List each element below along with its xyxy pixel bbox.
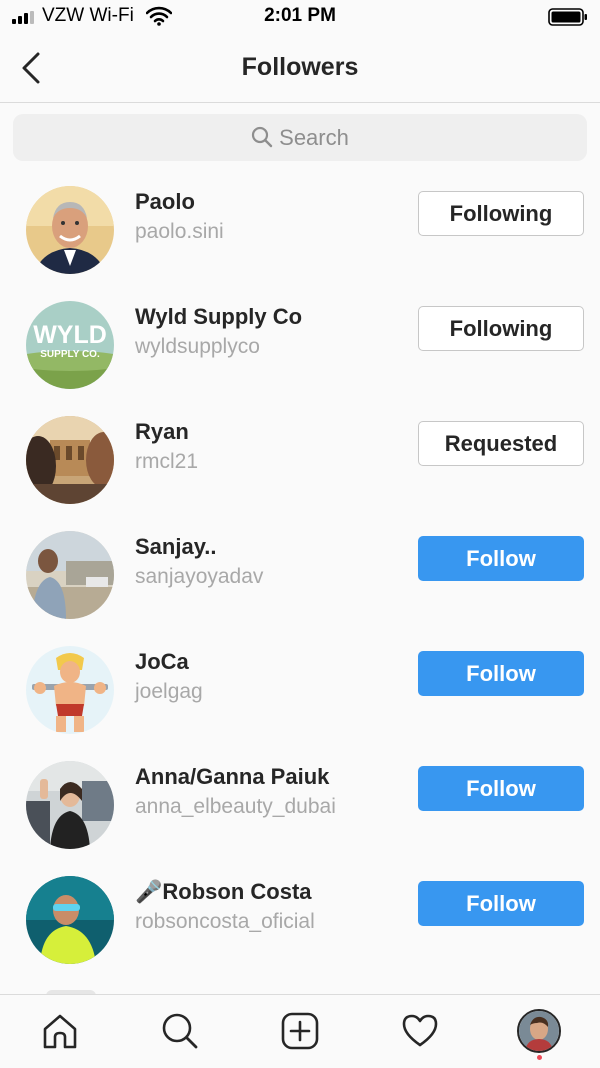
list-item: Paolo paolo.sini Following <box>0 172 600 287</box>
follower-handle: sanjayoyadav <box>135 565 264 588</box>
tab-bar <box>0 994 600 1068</box>
list-item: 🎤Robson Costa robsoncosta_oficial Follow <box>0 862 600 977</box>
follower-handle: joelgag <box>135 680 203 703</box>
follower-name[interactable]: JoCa <box>135 649 189 675</box>
profile-avatar[interactable] <box>517 1009 561 1053</box>
follower-name[interactable]: 🎤Robson Costa <box>135 879 312 905</box>
follower-handle: robsoncosta_oficial <box>135 910 315 933</box>
requested-button[interactable]: Requested <box>418 421 584 466</box>
follow-button[interactable]: Follow <box>418 651 584 696</box>
avatar[interactable] <box>26 531 114 619</box>
avatar[interactable] <box>26 761 114 849</box>
avatar[interactable] <box>26 646 114 734</box>
follower-handle: anna_elbeauty_dubai <box>135 795 336 818</box>
nav-bar: Followers <box>0 34 600 103</box>
following-button[interactable]: Following <box>418 191 584 236</box>
follower-name[interactable]: Sanjay.. <box>135 534 217 560</box>
follower-handle: paolo.sini <box>135 220 224 243</box>
follower-name[interactable]: Anna/Ganna Paiuk <box>135 764 329 790</box>
avatar[interactable]: WYLD SUPPLY CO. <box>26 301 114 389</box>
follow-button[interactable]: Follow <box>418 766 584 811</box>
follower-handle: wyldsupplyco <box>135 335 260 358</box>
add-post-icon[interactable] <box>280 1011 320 1051</box>
home-icon[interactable] <box>40 1011 80 1051</box>
follower-handle: rmcl21 <box>135 450 199 473</box>
activity-heart-icon[interactable] <box>400 1011 440 1051</box>
list-item: Ryan rmcl21 Requested <box>0 402 600 517</box>
page-title: Followers <box>241 53 359 81</box>
follow-button[interactable]: Follow <box>418 536 584 581</box>
notification-dot <box>537 1055 542 1060</box>
follow-button[interactable]: Follow <box>418 881 584 926</box>
list-item: Sanjay.. sanjayoyadav Follow <box>0 517 600 632</box>
list-item: JoCa joelgag Follow <box>0 632 600 747</box>
avatar[interactable] <box>26 416 114 504</box>
battery-icon <box>548 8 588 26</box>
search-input[interactable]: Search <box>13 114 587 161</box>
list-item: WYLD SUPPLY CO. Wyld Supply Co wyldsuppl… <box>0 287 600 402</box>
status-bar: VZW Wi-Fi 2:01 PM <box>0 0 600 34</box>
search-icon[interactable] <box>160 1011 200 1051</box>
clock: 2:01 PM <box>264 5 336 26</box>
follower-name[interactable]: Wyld Supply Co <box>135 304 302 330</box>
following-button[interactable]: Following <box>418 306 584 351</box>
avatar[interactable] <box>26 876 114 964</box>
avatar-logo-text: WYLD <box>33 321 107 349</box>
follower-name[interactable]: Ryan <box>135 419 189 445</box>
follower-name[interactable]: Paolo <box>135 189 195 215</box>
search-icon <box>252 126 273 148</box>
search-placeholder: Search <box>279 125 349 150</box>
avatar[interactable] <box>26 186 114 274</box>
list-item: Anna/Ganna Paiuk anna_elbeauty_dubai Fol… <box>0 747 600 862</box>
avatar-logo-subtext: SUPPLY CO. <box>40 349 100 360</box>
